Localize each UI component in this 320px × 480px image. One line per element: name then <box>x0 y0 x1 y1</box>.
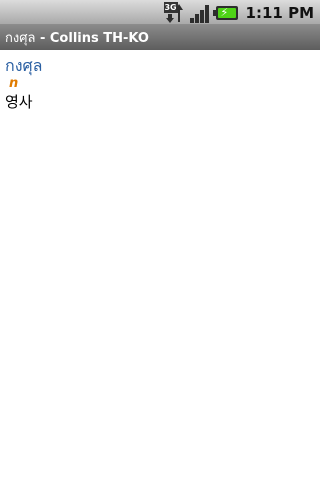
title-separator: - <box>35 31 50 46</box>
status-bar: 3G ⚡ 1:11 PM <box>0 0 320 25</box>
title-dictionary: Collins TH-KO <box>49 31 149 46</box>
data-arrows-icon <box>165 4 183 23</box>
dictionary-entry: กงศุล n 영사 <box>0 50 320 112</box>
entry-headword[interactable]: กงศุล <box>5 56 320 76</box>
entry-translation[interactable]: 영사 <box>5 92 320 112</box>
status-time: 1:11 PM <box>245 3 314 22</box>
3g-data-icon: 3G <box>163 2 186 23</box>
charging-bolt-icon: ⚡ <box>220 5 229 19</box>
title-bar: กงศุล - Collins TH-KO <box>0 25 320 50</box>
title-word: กงศุล <box>5 31 36 46</box>
status-icons: 3G ⚡ 1:11 PM <box>163 0 320 25</box>
entry-part-of-speech: n <box>9 76 19 91</box>
battery-charging-icon: ⚡ <box>212 5 238 20</box>
signal-strength-icon <box>189 3 212 23</box>
window-title: กงศุล - Collins TH-KO <box>5 27 149 48</box>
